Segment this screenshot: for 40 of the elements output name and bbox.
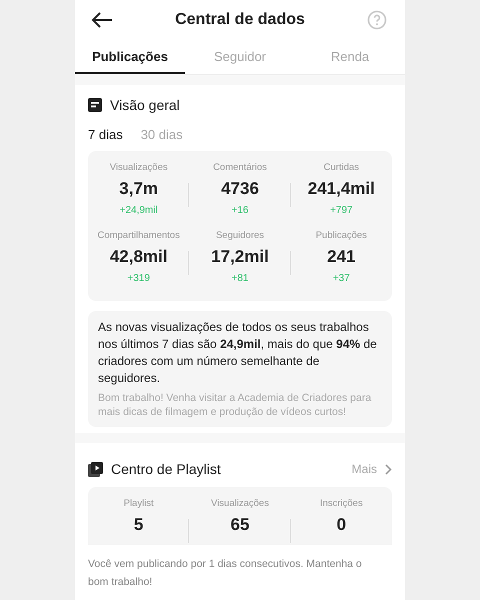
tab[interactable]: Seguidor xyxy=(185,40,295,74)
stat-value: 17,2mil xyxy=(211,246,269,268)
stat-label: Visualizações xyxy=(211,497,269,511)
stat-value: 241,4mil xyxy=(308,178,375,200)
stat-change: +797 xyxy=(330,204,353,218)
section-title: Visão geral xyxy=(110,97,180,113)
stat-label: Inscrições xyxy=(320,497,363,511)
page-title: Central de dados xyxy=(175,11,305,29)
playlist-icon xyxy=(88,462,103,476)
stat-change: +37 xyxy=(332,272,350,286)
tab[interactable]: Renda xyxy=(295,40,405,74)
stat-value: 0 xyxy=(336,514,346,536)
tip-text: Bom trabalho! Venha visitar a Academia de Criadores para mais dicas de filmagem e produção de vídeos curtos! xyxy=(98,391,372,419)
stat-value: 4736 xyxy=(221,178,259,200)
more-link[interactable]: Mais xyxy=(352,462,377,476)
chevron-right-icon[interactable] xyxy=(385,464,392,474)
stat-label: Curtidas xyxy=(324,161,360,175)
stat-label: Seguidores xyxy=(216,229,264,243)
stat-change: +16 xyxy=(232,204,248,218)
section-title: Centro de Playlist xyxy=(111,461,221,477)
back-arrow-icon[interactable] xyxy=(91,12,113,28)
document-icon xyxy=(88,98,102,112)
stat-value: 5 xyxy=(134,514,144,536)
stat-change: +24,9mil xyxy=(120,204,158,218)
stat-change: +319 xyxy=(127,272,150,286)
stat-value: 42,8mil xyxy=(110,246,168,268)
period-tab[interactable]: 7 dias xyxy=(88,126,123,142)
stat-change: +81 xyxy=(232,272,248,286)
stat-label: Comentários xyxy=(213,161,267,175)
stat-value: 65 xyxy=(230,514,250,536)
period-tab[interactable]: 30 dias xyxy=(140,126,183,142)
stat-label: Visualizações xyxy=(110,161,168,175)
summary-text: As novas visualizações de todos os seus trabalhos nos últimos 7 dias são 24,9mil, mais do que 94% de criadores com um número semelhante de seguidores. xyxy=(98,319,378,387)
stat-label: Compartilhamentos xyxy=(97,229,180,243)
help-icon[interactable] xyxy=(367,10,387,30)
stat-label: Publicações xyxy=(316,229,367,243)
streak-text: Você vem publicando por 1 dias consecutivos. Mantenha o bom trabalho! xyxy=(88,557,363,590)
stat-label: Playlist xyxy=(124,497,154,511)
stat-value: 241 xyxy=(327,246,356,268)
stat-value: 3,7m xyxy=(119,178,158,200)
